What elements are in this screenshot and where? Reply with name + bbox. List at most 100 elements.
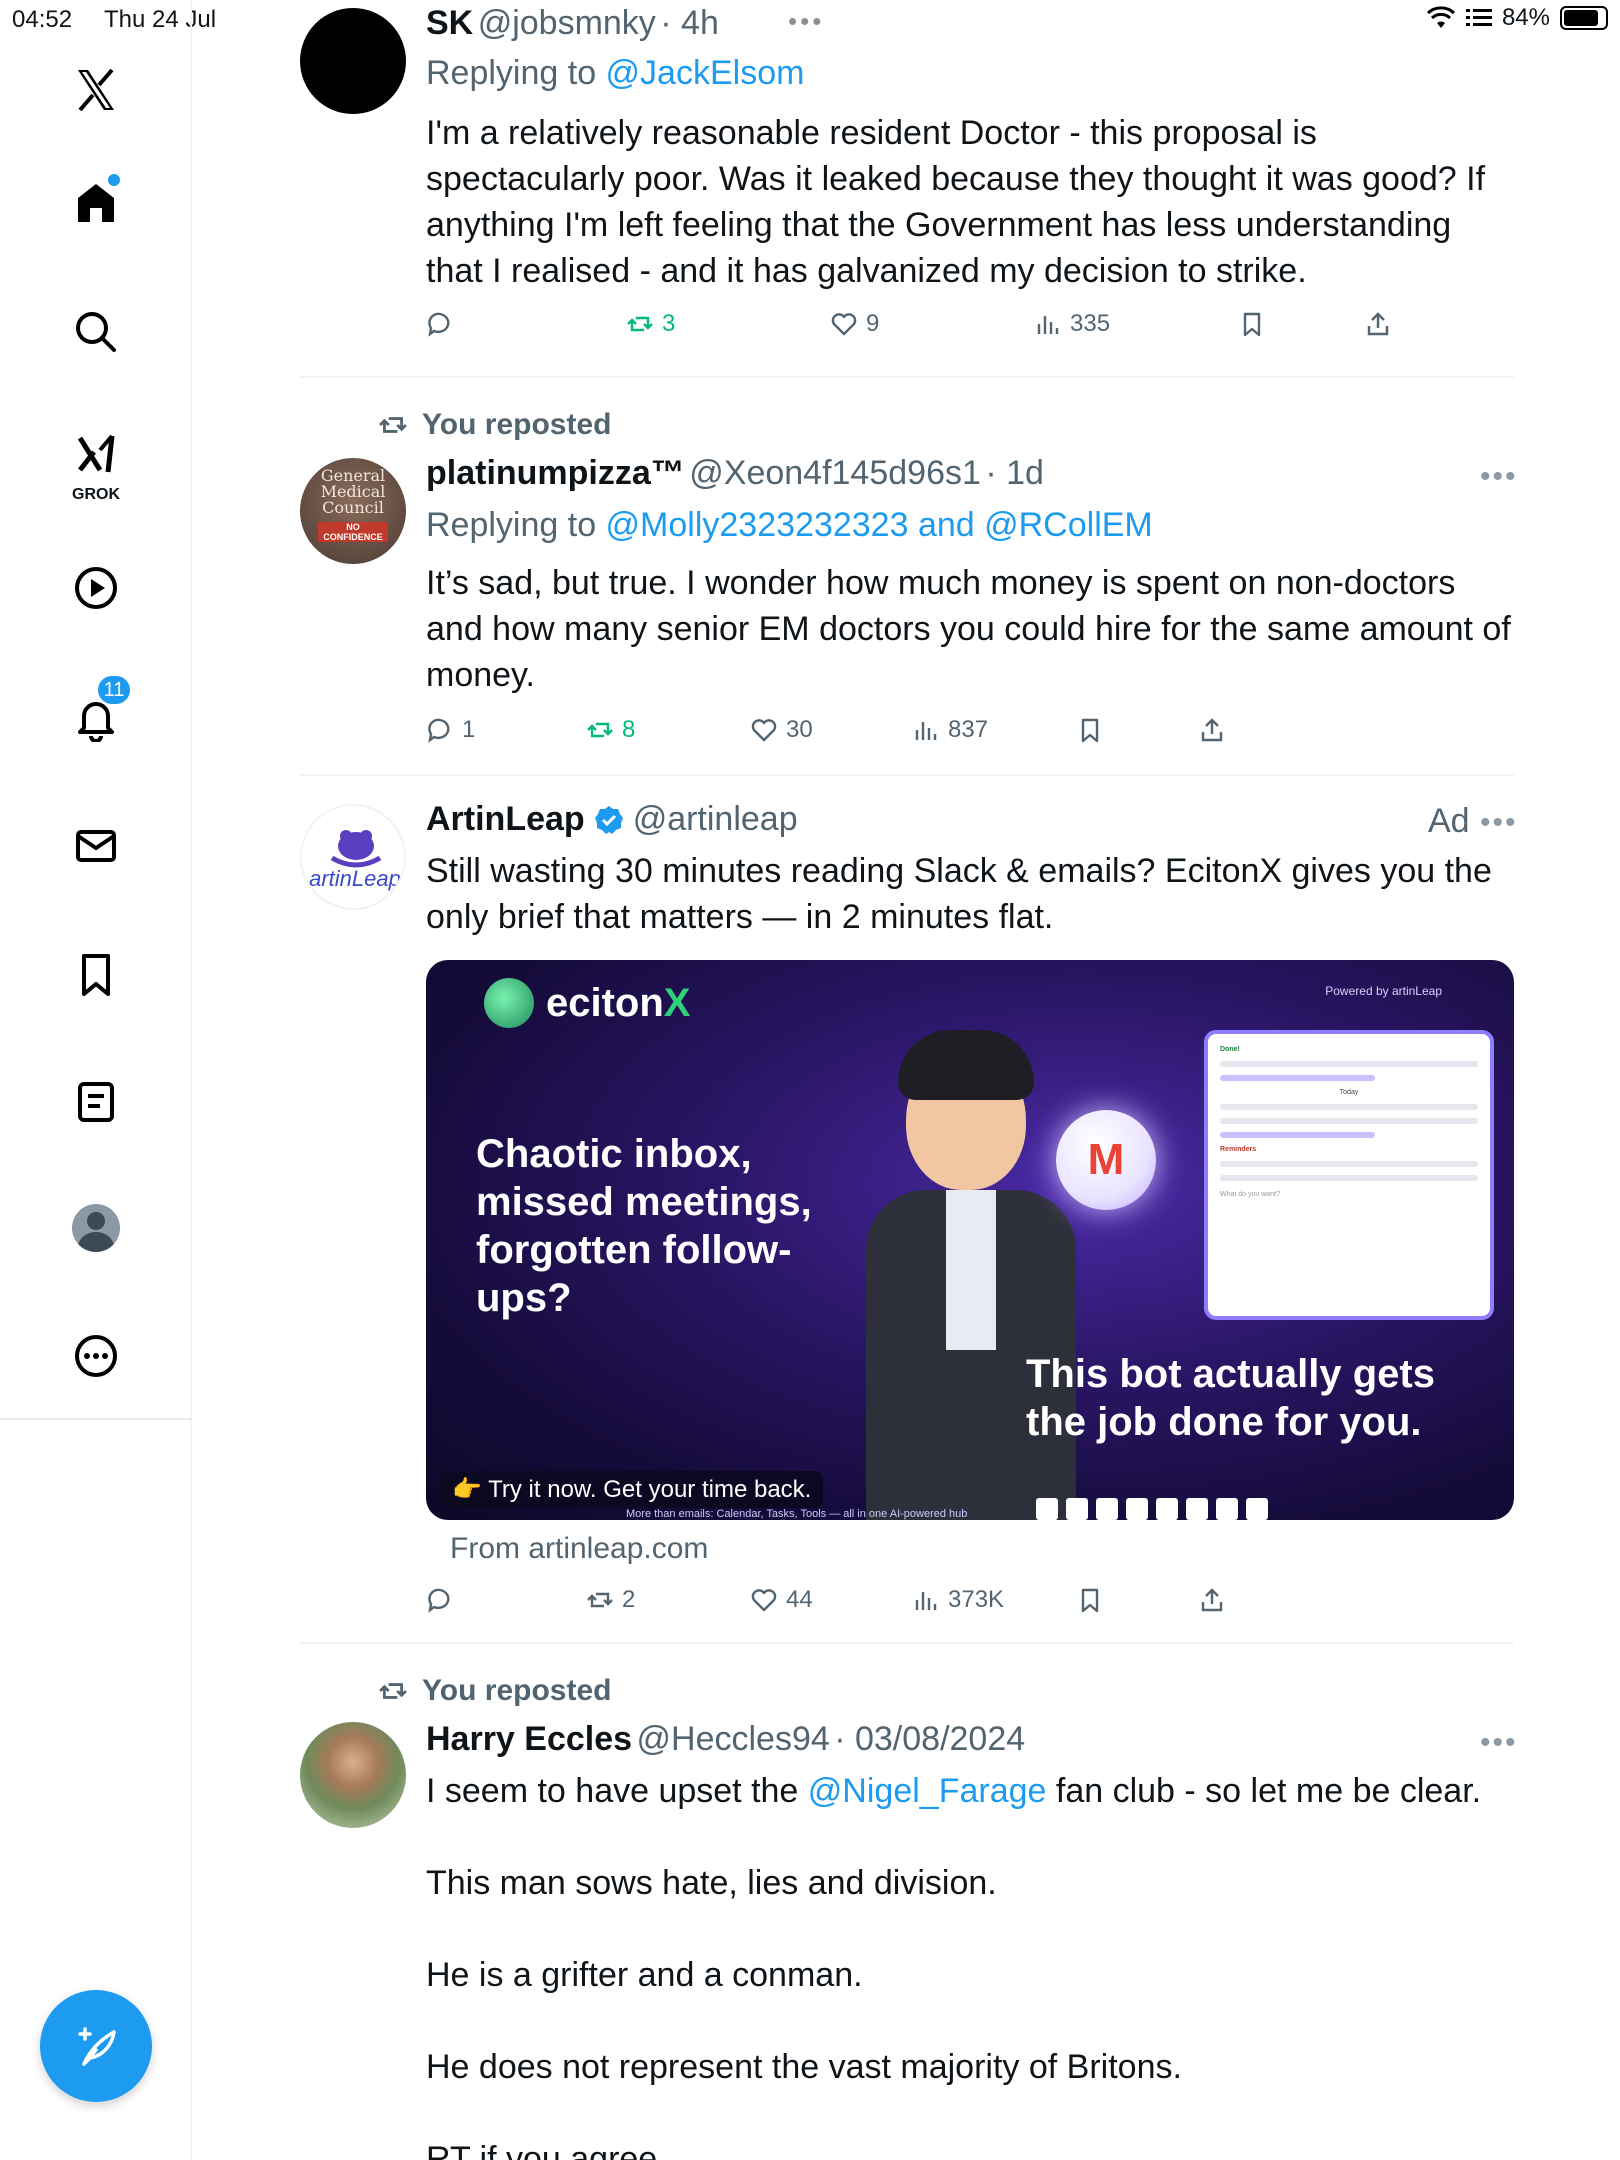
artinleap-logo-text: artinLeap	[309, 866, 401, 891]
repost-button[interactable]: 8	[586, 716, 635, 744]
notifications-badge: 11	[96, 674, 132, 706]
tweet-line: He is a grifter and a conman.	[426, 1956, 863, 1994]
left-nav: GROK 11	[0, 0, 192, 2160]
nav-divider	[0, 1418, 192, 1420]
author-name[interactable]: ArtinLeap	[426, 800, 585, 839]
tweet-avatar-sk[interactable]	[300, 8, 406, 114]
tweet-line: He does not represent the vast majority …	[426, 2048, 1182, 2086]
tweet-avatar-harry-eccles[interactable]	[300, 1722, 406, 1828]
views-button[interactable]: 373K	[912, 1586, 1004, 1614]
tweet-text: Still wasting 30 minutes reading Slack &…	[426, 852, 1492, 936]
multitask-dots-icon[interactable]: •••	[788, 6, 824, 37]
ad-source-link[interactable]: From artinleap.com	[450, 1532, 708, 1566]
author-handle[interactable]: @Heccles94	[637, 1720, 830, 1758]
repost-icon	[587, 722, 613, 738]
profile-avatar	[72, 1204, 120, 1252]
notifications-bell-icon[interactable]: 11	[66, 674, 132, 748]
reply-mention-link[interactable]: @JackElsom	[606, 54, 805, 92]
author-name[interactable]: platinumpizza™	[426, 454, 685, 492]
tweet-avatar-artinleap[interactable]: artinLeap	[300, 804, 406, 910]
ecitonx-ant-icon	[484, 978, 534, 1028]
like-button[interactable]: 44	[750, 1586, 813, 1614]
repost-button[interactable]: 3	[626, 310, 675, 338]
reply-icon	[428, 718, 450, 743]
tweet-divider	[300, 774, 1514, 776]
tweet-line: I seem to have upset the @Nigel_Farage f…	[426, 1768, 1516, 1814]
share-button[interactable]	[1364, 310, 1392, 338]
bookmarks-icon[interactable]	[66, 944, 126, 1004]
ad-media-card[interactable]: ecitonX Powered by artinLeap Chaotic inb…	[426, 960, 1514, 1520]
tweet-header: platinumpizza™ @Xeon4f145d96s1 · 1d	[426, 454, 1044, 493]
more-options-icon[interactable]: •••	[1480, 1726, 1518, 1760]
repost-label: You reposted	[422, 1674, 612, 1707]
share-button[interactable]	[1198, 716, 1226, 744]
views-chart-icon	[915, 1592, 937, 1610]
like-count: 9	[866, 310, 880, 337]
views-button[interactable]: 837	[912, 716, 988, 744]
ad-brand: eciton	[546, 980, 664, 1025]
profile-avatar-icon[interactable]	[66, 1198, 126, 1258]
home-unread-dot	[108, 174, 120, 186]
reply-button[interactable]	[426, 310, 454, 338]
more-options-icon[interactable]	[66, 1326, 126, 1386]
grok-label: GROK	[72, 486, 120, 503]
text-suffix: fan club - so let me be clear.	[1046, 1772, 1482, 1810]
tweet-avatar-platinumpizza[interactable]: General Medical Council NO CONFIDENCE	[300, 458, 406, 564]
repost-small-icon	[379, 417, 407, 433]
like-button[interactable]: 9	[830, 310, 879, 338]
ad-subline: This bot actually gets the job done for …	[1026, 1352, 1435, 1444]
replying-prefix: Replying to	[426, 506, 606, 544]
repost-button[interactable]: 2	[586, 1586, 635, 1614]
bookmark-button[interactable]	[1238, 310, 1266, 338]
ad-chat-panel: Done! Today Reminders What do you want?	[1204, 1030, 1494, 1320]
grok-icon[interactable]: GROK	[66, 424, 126, 503]
replying-to: Replying to @Molly2323232323 and @RCollE…	[426, 506, 1153, 545]
reply-mention-link[interactable]: @Molly2323232323 and @RCollEM	[606, 506, 1153, 544]
compose-post-button[interactable]	[40, 1990, 152, 2102]
search-icon[interactable]	[66, 302, 126, 362]
status-bar: 04:52 Thu 24 Jul ••• 84%	[0, 0, 1620, 40]
bookmark-button[interactable]	[1076, 1586, 1104, 1614]
views-chart-icon	[1037, 316, 1059, 334]
battery-percent: 84%	[1501, 4, 1550, 31]
reply-button[interactable]: 1	[426, 716, 475, 744]
avatar-no-confidence: NO CONFIDENCE	[318, 522, 388, 542]
bookmark-button[interactable]	[1076, 716, 1104, 744]
more-options-icon[interactable]: •••	[1480, 806, 1518, 840]
author-handle[interactable]: @jobsmnky	[478, 4, 656, 42]
ad-tagline: More than emails: Calendar, Tasks, Tools…	[626, 1508, 968, 1520]
tweet-line: This man sows hate, lies and division.	[426, 1864, 997, 1902]
views-button[interactable]: 335	[1034, 310, 1110, 338]
author-handle[interactable]: @Xeon4f145d96s1	[689, 454, 981, 492]
share-button[interactable]	[1198, 1586, 1226, 1614]
panel-done-label: Done!	[1220, 1046, 1240, 1053]
repost-icon	[587, 1592, 613, 1608]
lists-icon[interactable]	[66, 1072, 126, 1132]
bookmark-icon	[1243, 312, 1261, 337]
tweet-text: It’s sad, but true. I wonder how much mo…	[426, 564, 1511, 694]
reply-button[interactable]	[426, 1586, 454, 1614]
author-name[interactable]: Harry Eccles	[426, 1720, 632, 1758]
author-name[interactable]: SK	[426, 4, 473, 42]
repost-icon	[627, 316, 653, 332]
repost-indicator: You reposted	[378, 408, 611, 442]
mention-link[interactable]: @Nigel_Farage	[808, 1772, 1047, 1810]
home-icon[interactable]	[66, 172, 126, 232]
video-play-icon[interactable]	[66, 558, 126, 618]
post-time: · 03/08/2024	[834, 1720, 1026, 1758]
x-logo-icon[interactable]	[66, 60, 126, 120]
panel-reminders-label: Reminders	[1220, 1146, 1257, 1153]
tweet-line: RT if you agree	[426, 2140, 658, 2160]
panel-today-label: Today	[1339, 1089, 1359, 1096]
repost-indicator: You reposted	[378, 1674, 611, 1708]
messages-envelope-icon[interactable]	[66, 816, 126, 876]
views-count: 837	[948, 716, 989, 743]
tweet-text: I'm a relatively reasonable resident Doc…	[426, 114, 1486, 290]
like-button[interactable]: 30	[750, 716, 813, 744]
tweet-text: I seem to have upset the @Nigel_Farage f…	[426, 1768, 1516, 2160]
like-count: 44	[786, 1586, 813, 1613]
more-options-icon[interactable]: •••	[1480, 460, 1518, 494]
author-handle[interactable]: @artinleap	[633, 800, 798, 839]
battery-icon	[1560, 6, 1608, 30]
post-time: · 1d	[985, 454, 1044, 492]
